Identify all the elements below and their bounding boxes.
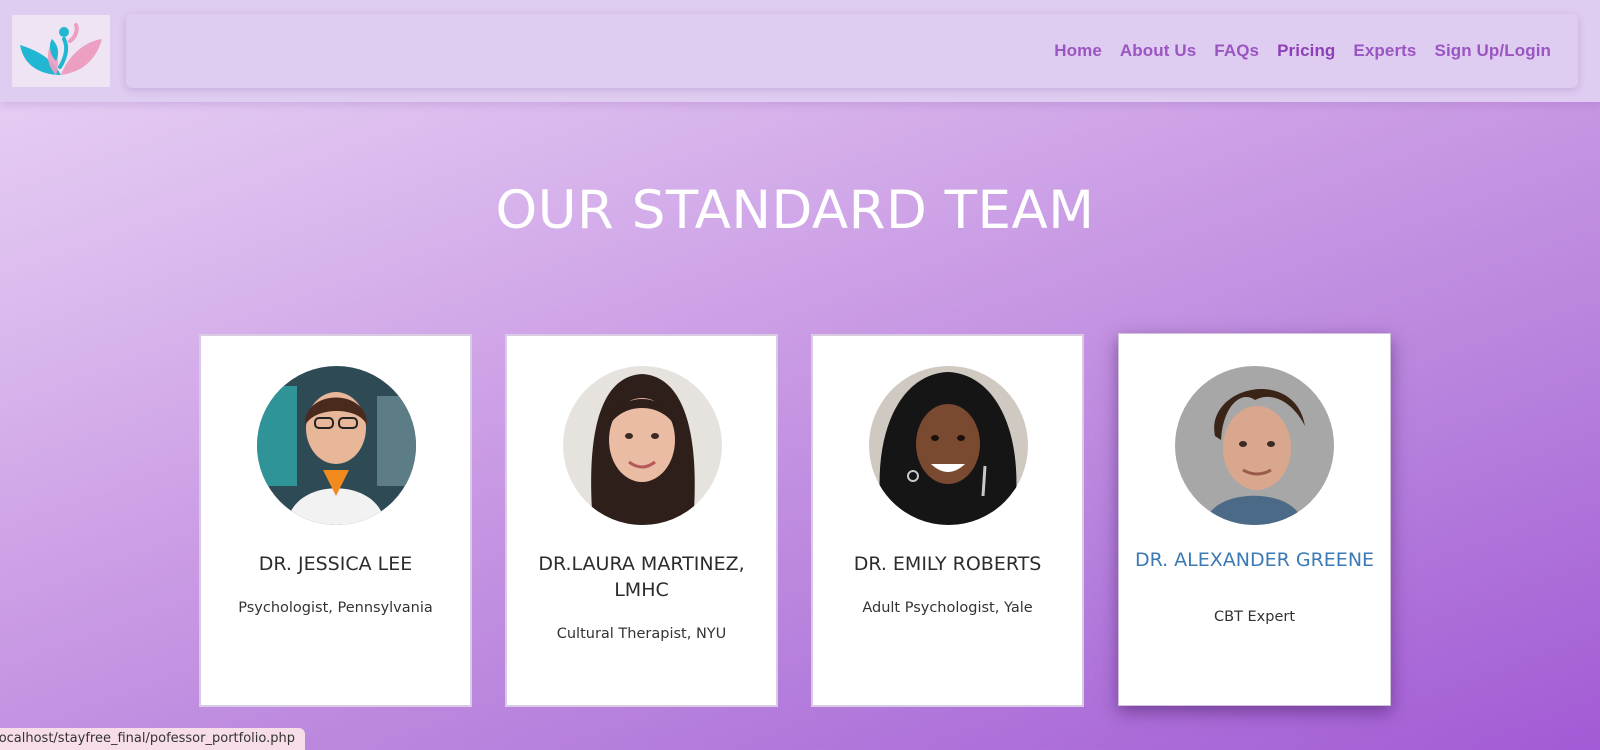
nav-faqs[interactable]: FAQs [1205, 41, 1268, 61]
nav-signup-login[interactable]: Sign Up/Login [1426, 41, 1561, 61]
avatar [869, 366, 1028, 525]
expert-name: DR. EMILY ROBERTS [853, 553, 1042, 575]
page-title: OUR STANDARD TEAM [495, 180, 1095, 241]
expert-role: Psychologist, Pennsylvania [238, 600, 433, 616]
avatar [1175, 366, 1334, 525]
expert-name: DR. ALEXANDER GREENE [1134, 549, 1375, 571]
team-card-alexander-greene[interactable]: DR. ALEXANDER GREENE CBT Expert [1118, 333, 1391, 706]
nav-pricing[interactable]: Pricing [1268, 41, 1344, 61]
top-header: Home About Us FAQs Pricing Experts Sign … [0, 0, 1600, 102]
main-nav: Home About Us FAQs Pricing Experts Sign … [1045, 14, 1560, 88]
lotus-logo-icon [20, 23, 102, 75]
expert-name: DR.LAURA MARTINEZ, LMHC [538, 553, 745, 601]
status-url: localhost/stayfree_final/pofessor_portfo… [0, 731, 295, 746]
avatar [563, 366, 722, 525]
team-card-laura-martinez[interactable]: DR.LAURA MARTINEZ, LMHC Cultural Therapi… [505, 334, 778, 707]
link-preview-statusbar: localhost/stayfree_final/pofessor_portfo… [0, 728, 305, 750]
expert-role: Cultural Therapist, NYU [556, 626, 727, 642]
avatar [257, 366, 416, 525]
nav-about-us[interactable]: About Us [1111, 41, 1205, 61]
expert-role: CBT Expert [1213, 609, 1296, 625]
expert-role: Adult Psychologist, Yale [862, 600, 1033, 616]
navigation-bar: Home About Us FAQs Pricing Experts Sign … [126, 14, 1578, 88]
nav-home[interactable]: Home [1045, 41, 1111, 61]
team-card-jessica-lee[interactable]: DR. JESSICA LEE Psychologist, Pennsylvan… [199, 334, 472, 707]
site-logo[interactable] [12, 15, 110, 87]
team-card-emily-roberts[interactable]: DR. EMILY ROBERTS Adult Psychologist, Ya… [811, 334, 1084, 707]
expert-name: DR. JESSICA LEE [258, 553, 413, 575]
nav-experts[interactable]: Experts [1344, 41, 1425, 61]
